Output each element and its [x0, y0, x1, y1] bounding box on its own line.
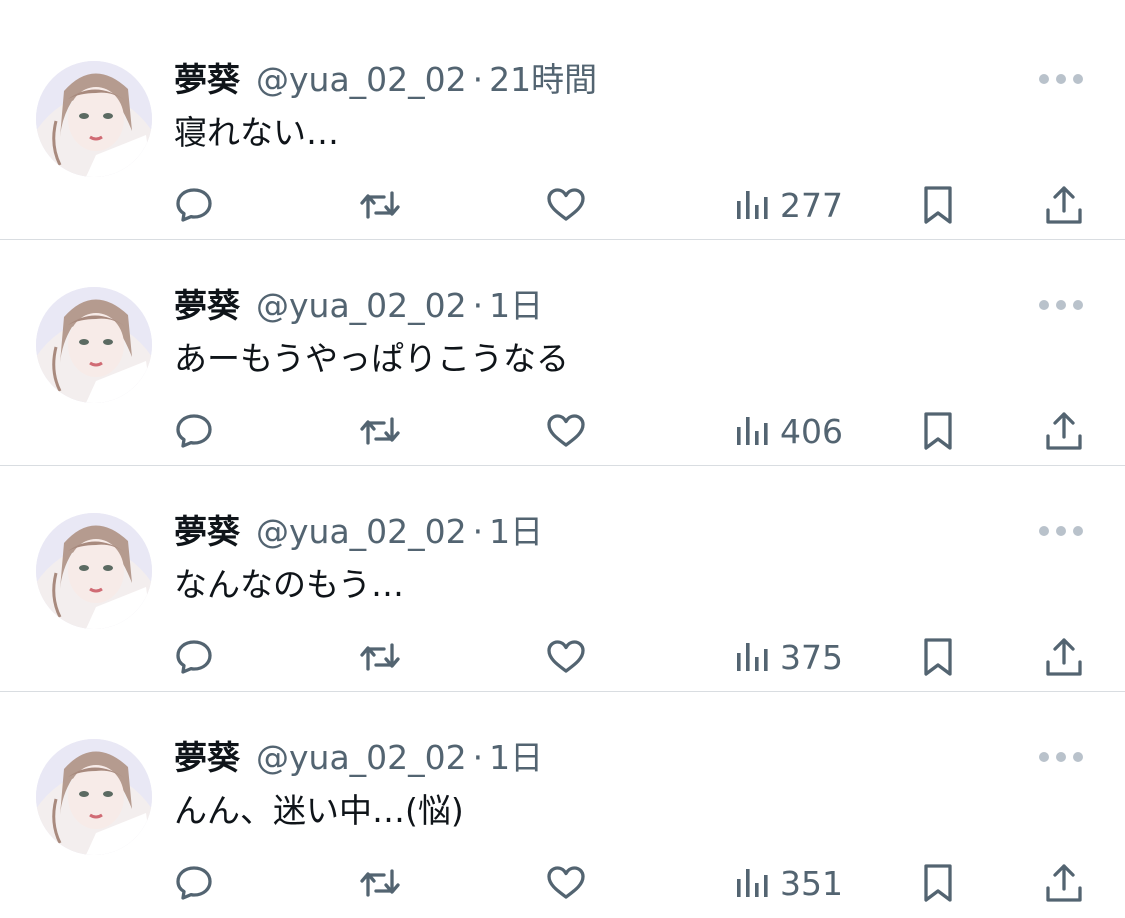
more-horizontal-icon[interactable] [1039, 516, 1083, 546]
tweet-text: あーもうやっぱりこうなる [174, 339, 570, 378]
separator-dot: · [472, 738, 484, 777]
reply-button[interactable] [174, 406, 214, 456]
user-handle[interactable]: @yua_02_02 [256, 510, 467, 554]
tweet-actions: 375 [0, 632, 1125, 682]
tweet-header: 夢葵 @yua_02_02 · 21時間 [174, 58, 597, 102]
share-upload-icon [1046, 412, 1082, 450]
more-horizontal-icon[interactable] [1039, 290, 1083, 320]
bookmark-icon [924, 412, 952, 450]
tweet-actions: 351 [0, 858, 1125, 908]
timestamp[interactable]: 1日 [489, 736, 543, 780]
like-button[interactable] [545, 406, 587, 456]
reply-button[interactable] [174, 632, 214, 682]
views-chart-icon [737, 869, 768, 897]
avatar[interactable] [36, 287, 152, 403]
tweet-header: 夢葵 @yua_02_02 · 1日 [174, 736, 543, 780]
views-button[interactable]: 406 [734, 406, 843, 456]
views-chart-icon [737, 643, 768, 671]
heart-icon [547, 188, 585, 221]
tweet[interactable]: 夢葵 @yua_02_02 · 1日 あーもうやっぱりこうなる 406 [0, 240, 1125, 466]
more-horizontal-icon[interactable] [1039, 742, 1083, 772]
heart-icon [547, 414, 585, 447]
views-chart-icon [737, 417, 768, 445]
like-button[interactable] [545, 632, 587, 682]
like-button[interactable] [545, 180, 587, 230]
user-handle[interactable]: @yua_02_02 [256, 58, 467, 102]
separator-dot: · [472, 60, 484, 99]
retweet-button[interactable] [358, 406, 402, 456]
share-button[interactable] [1044, 858, 1084, 908]
timeline-feed: 夢葵 @yua_02_02 · 21時間 寝れない… 277 夢葵 @yua_0… [0, 0, 1125, 913]
tweet-text: なんなのもう… [174, 565, 405, 604]
views-count: 406 [780, 411, 843, 451]
user-handle[interactable]: @yua_02_02 [256, 736, 467, 780]
bookmark-button[interactable] [918, 406, 958, 456]
retweet-icon [360, 191, 400, 219]
tweet[interactable]: 夢葵 @yua_02_02 · 21時間 寝れない… 277 [0, 14, 1125, 240]
display-name[interactable]: 夢葵 [174, 58, 240, 102]
share-upload-icon [1046, 638, 1082, 676]
tweet[interactable]: 夢葵 @yua_02_02 · 1日 なんなのもう… 375 [0, 466, 1125, 692]
tweet-actions: 277 [0, 180, 1125, 230]
reply-button[interactable] [174, 180, 214, 230]
bookmark-button[interactable] [918, 632, 958, 682]
reply-button[interactable] [174, 858, 214, 908]
tweet[interactable]: 夢葵 @yua_02_02 · 1日 んん、迷い中…(悩) 351 [0, 692, 1125, 918]
avatar[interactable] [36, 513, 152, 629]
reply-bubble-icon [176, 414, 212, 448]
share-button[interactable] [1044, 632, 1084, 682]
timestamp[interactable]: 21時間 [489, 58, 597, 102]
tweet-header: 夢葵 @yua_02_02 · 1日 [174, 510, 543, 554]
views-count: 277 [780, 185, 843, 225]
views-chart-icon [737, 191, 768, 219]
bookmark-icon [924, 638, 952, 676]
separator-dot: · [472, 286, 484, 325]
tweet-header: 夢葵 @yua_02_02 · 1日 [174, 284, 543, 328]
bookmark-icon [924, 186, 952, 224]
tweet-actions: 406 [0, 406, 1125, 456]
display-name[interactable]: 夢葵 [174, 284, 240, 328]
reply-bubble-icon [176, 640, 212, 674]
share-upload-icon [1046, 186, 1082, 224]
retweet-icon [360, 417, 400, 445]
reply-bubble-icon [176, 188, 212, 222]
separator-dot: · [472, 512, 484, 551]
share-button[interactable] [1044, 406, 1084, 456]
retweet-button[interactable] [358, 632, 402, 682]
reply-bubble-icon [176, 866, 212, 900]
views-count: 351 [780, 863, 843, 903]
display-name[interactable]: 夢葵 [174, 736, 240, 780]
retweet-button[interactable] [358, 180, 402, 230]
tweet-text: 寝れない… [174, 113, 339, 152]
user-handle[interactable]: @yua_02_02 [256, 284, 467, 328]
bookmark-button[interactable] [918, 858, 958, 908]
tweet-text: んん、迷い中…(悩) [174, 791, 464, 830]
display-name[interactable]: 夢葵 [174, 510, 240, 554]
heart-icon [547, 866, 585, 899]
views-count: 375 [780, 637, 843, 677]
views-button[interactable]: 375 [734, 632, 843, 682]
share-upload-icon [1046, 864, 1082, 902]
retweet-button[interactable] [358, 858, 402, 908]
timestamp[interactable]: 1日 [489, 510, 543, 554]
like-button[interactable] [545, 858, 587, 908]
views-button[interactable]: 351 [734, 858, 843, 908]
bookmark-icon [924, 864, 952, 902]
avatar[interactable] [36, 61, 152, 177]
avatar[interactable] [36, 739, 152, 855]
views-button[interactable]: 277 [734, 180, 843, 230]
heart-icon [547, 640, 585, 673]
more-horizontal-icon[interactable] [1039, 64, 1083, 94]
share-button[interactable] [1044, 180, 1084, 230]
bookmark-button[interactable] [918, 180, 958, 230]
timestamp[interactable]: 1日 [489, 284, 543, 328]
retweet-icon [360, 643, 400, 671]
retweet-icon [360, 869, 400, 897]
